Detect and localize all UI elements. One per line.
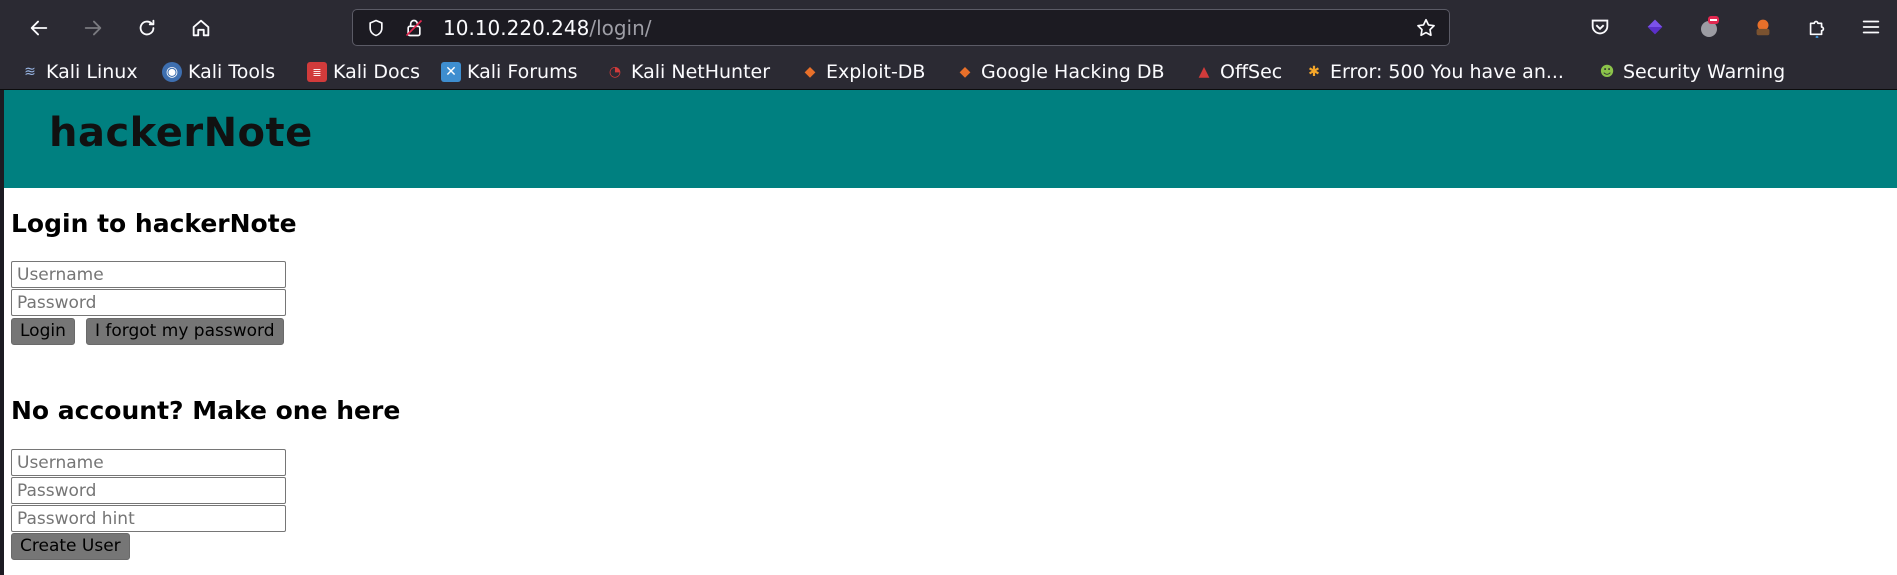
url-path: /login/ xyxy=(589,16,652,40)
forward-arrow-icon xyxy=(84,20,102,36)
home-icon xyxy=(192,19,210,37)
forward-button[interactable] xyxy=(76,11,110,45)
extension-purple-icon[interactable] xyxy=(1640,12,1670,42)
bookmark-kali-nethunter[interactable]: ◔ Kali NetHunter xyxy=(605,59,770,85)
bookmark-label: Error: 500 You have an... xyxy=(1330,61,1564,83)
browser-toolbar: 10.10.220.248/login/ xyxy=(0,0,1897,55)
register-heading: No account? Make one here xyxy=(11,396,401,425)
kali-forums-icon: ✕ xyxy=(441,62,461,82)
menu-hamburger-icon[interactable] xyxy=(1856,12,1886,42)
ghdb-icon: ◆ xyxy=(959,64,971,80)
kali-docs-icon: ≣ xyxy=(307,62,327,82)
exploit-db-icon: ◆ xyxy=(804,64,816,80)
offsec-icon: ▲ xyxy=(1198,64,1210,80)
bookmark-label: Kali Linux xyxy=(46,61,138,83)
create-user-button[interactable]: Create User xyxy=(11,533,130,560)
bookmark-security-warning[interactable]: ☻ Security Warning xyxy=(1597,59,1786,85)
extension-foxyproxy-icon[interactable] xyxy=(1748,12,1778,42)
bookmark-label: Kali Docs xyxy=(333,61,420,83)
site-header: hackerNote xyxy=(4,90,1897,188)
login-button[interactable]: Login xyxy=(11,318,75,345)
bookmark-kali-forums[interactable]: ✕ Kali Forums xyxy=(441,59,578,85)
nethunter-icon: ◔ xyxy=(608,64,622,80)
login-heading: Login to hackerNote xyxy=(11,209,297,238)
bookmark-error-500[interactable]: ✱ Error: 500 You have an... xyxy=(1304,59,1564,85)
password-hint-input[interactable] xyxy=(11,505,286,532)
url-text[interactable]: 10.10.220.248/login/ xyxy=(443,16,652,40)
reload-button[interactable] xyxy=(130,11,164,45)
kali-tools-icon: ◉ xyxy=(162,62,182,82)
reload-icon xyxy=(139,19,155,36)
bookmark-label: Kali NetHunter xyxy=(631,61,771,83)
bookmarks-toolbar: ≋ Kali Linux ◉ Kali Tools ≣ Kali Docs ✕ Kali… xyxy=(0,55,1897,90)
shield-icon[interactable] xyxy=(365,17,387,39)
login-username-input[interactable] xyxy=(11,261,286,288)
home-button[interactable] xyxy=(184,11,218,45)
bookmark-star-icon[interactable] xyxy=(1415,17,1437,39)
extensions-puzzle-icon[interactable] xyxy=(1802,12,1832,42)
bookmark-label: Kali Tools xyxy=(188,61,276,83)
bookmark-label: Kali Forums xyxy=(467,61,578,83)
kali-icon: ≋ xyxy=(24,64,36,80)
bookmark-label: Security Warning xyxy=(1623,61,1786,83)
url-host: 10.10.220.248 xyxy=(443,16,590,40)
page-content: hackerNote Login to hackerNote Login I f… xyxy=(0,90,1897,575)
bookmark-kali-docs[interactable]: ≣ Kali Docs xyxy=(307,59,420,85)
bookmark-exploit-db[interactable]: ◆ Exploit-DB xyxy=(800,59,926,85)
login-password-input[interactable] xyxy=(11,289,286,316)
bookmark-label: Exploit-DB xyxy=(826,61,926,83)
bookmark-label: Google Hacking DB xyxy=(981,61,1165,83)
back-button[interactable] xyxy=(22,11,56,45)
pocket-icon[interactable] xyxy=(1585,12,1615,42)
bookmark-offsec[interactable]: ▲ OffSec xyxy=(1194,59,1283,85)
site-title: hackerNote xyxy=(49,110,313,156)
insecure-lock-icon[interactable] xyxy=(403,17,425,39)
bookmark-kali-linux[interactable]: ≋ Kali Linux xyxy=(20,59,138,85)
bookmark-google-hacking-db[interactable]: ◆ Google Hacking DB xyxy=(955,59,1165,85)
forgot-password-button[interactable]: I forgot my password xyxy=(86,318,284,345)
bookmark-kali-tools[interactable]: ◉ Kali Tools xyxy=(162,59,275,85)
bookmark-label: OffSec xyxy=(1220,61,1283,83)
url-bar[interactable]: 10.10.220.248/login/ xyxy=(352,9,1450,46)
extension-ublock-icon[interactable] xyxy=(1694,12,1724,42)
warning-icon: ☻ xyxy=(1599,64,1615,80)
register-username-input[interactable] xyxy=(11,449,286,476)
back-arrow-icon xyxy=(30,20,48,36)
register-password-input[interactable] xyxy=(11,477,286,504)
joomla-icon: ✱ xyxy=(1308,64,1320,80)
